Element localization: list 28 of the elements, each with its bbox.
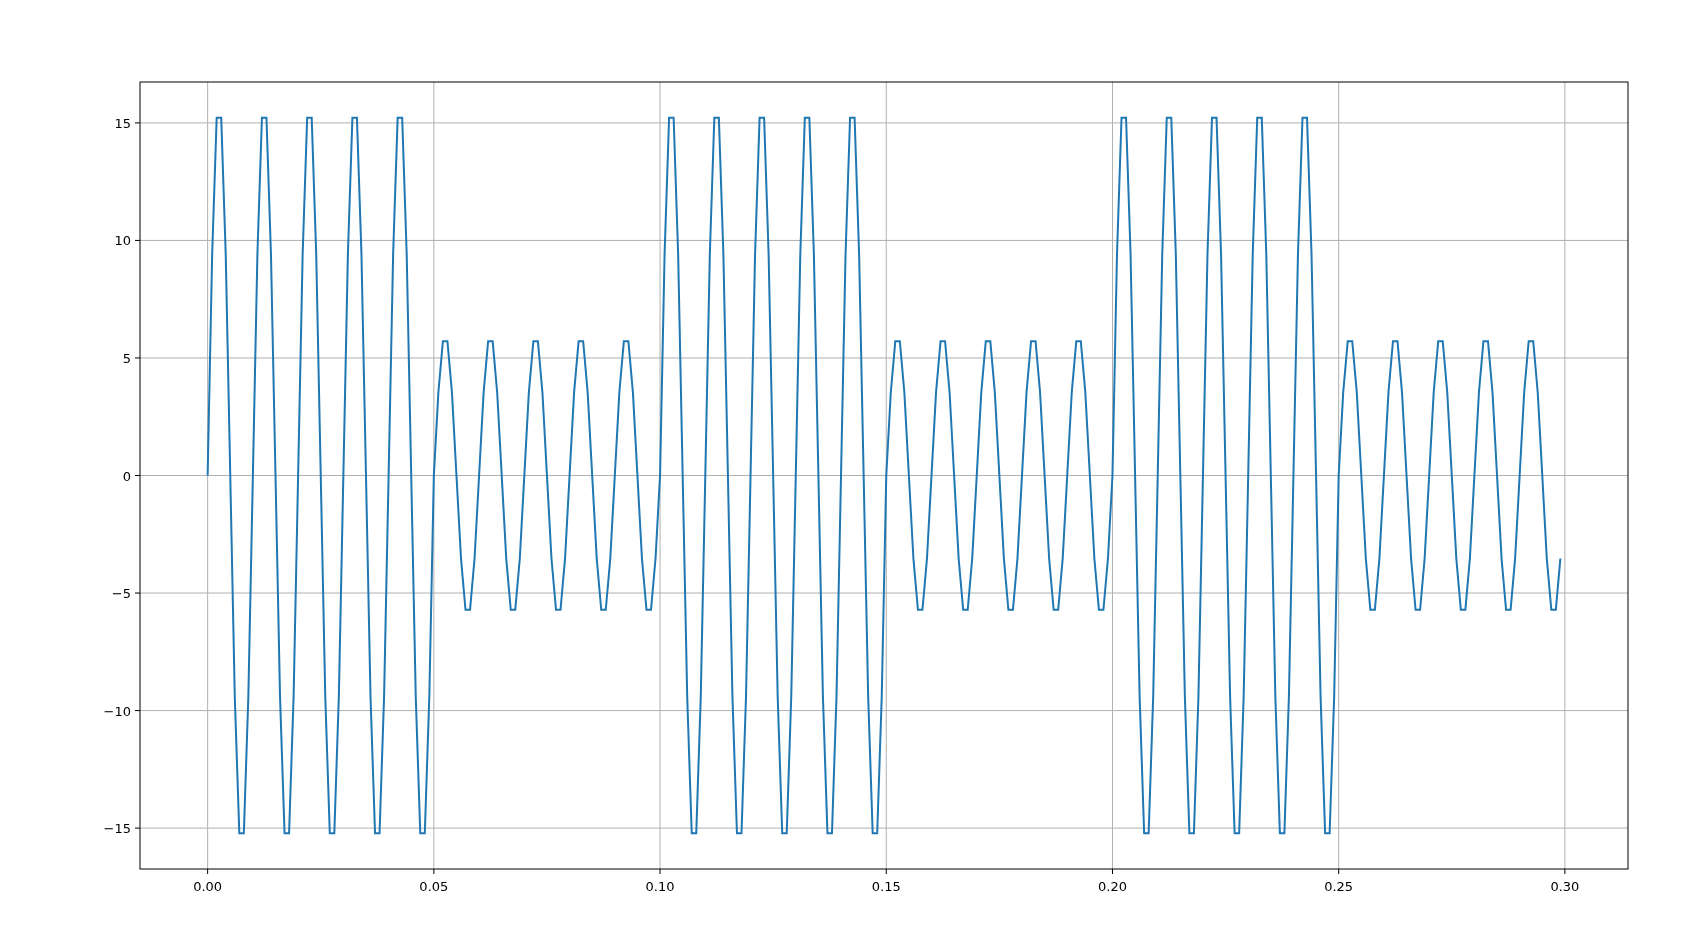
tick-mark xyxy=(207,868,209,875)
tick-mark xyxy=(1564,868,1566,875)
tick-mark xyxy=(885,868,887,875)
tick-mark xyxy=(1338,868,1340,875)
x-tick-label: 0.15 xyxy=(871,879,901,894)
tick-mark xyxy=(1111,868,1113,875)
x-tick-label: 0.20 xyxy=(1098,879,1127,894)
y-tick-label: 0 xyxy=(122,468,131,484)
y-tick-label: 5 xyxy=(122,350,131,366)
y-tick-label: 10 xyxy=(114,233,131,249)
x-tick-label: 0.10 xyxy=(645,879,675,894)
tick-mark xyxy=(134,592,141,594)
tick-mark xyxy=(134,239,141,241)
x-tick-label: 0.00 xyxy=(193,879,223,894)
tick-mark xyxy=(134,827,141,829)
y-tick-label: 15 xyxy=(114,115,131,131)
y-tick-label: −5 xyxy=(111,586,131,602)
tick-mark xyxy=(134,710,141,712)
x-tick-label: 0.05 xyxy=(419,879,449,894)
x-tick-label: 0.30 xyxy=(1550,879,1580,894)
y-tick-label: −10 xyxy=(103,703,131,719)
tick-mark xyxy=(134,475,141,476)
x-tick-label: 0.25 xyxy=(1324,879,1354,894)
tick-mark xyxy=(134,122,141,124)
y-tick-label: −15 xyxy=(103,821,131,837)
tick-mark xyxy=(659,868,661,875)
tick-mark xyxy=(134,357,141,359)
tick-mark xyxy=(433,868,435,875)
